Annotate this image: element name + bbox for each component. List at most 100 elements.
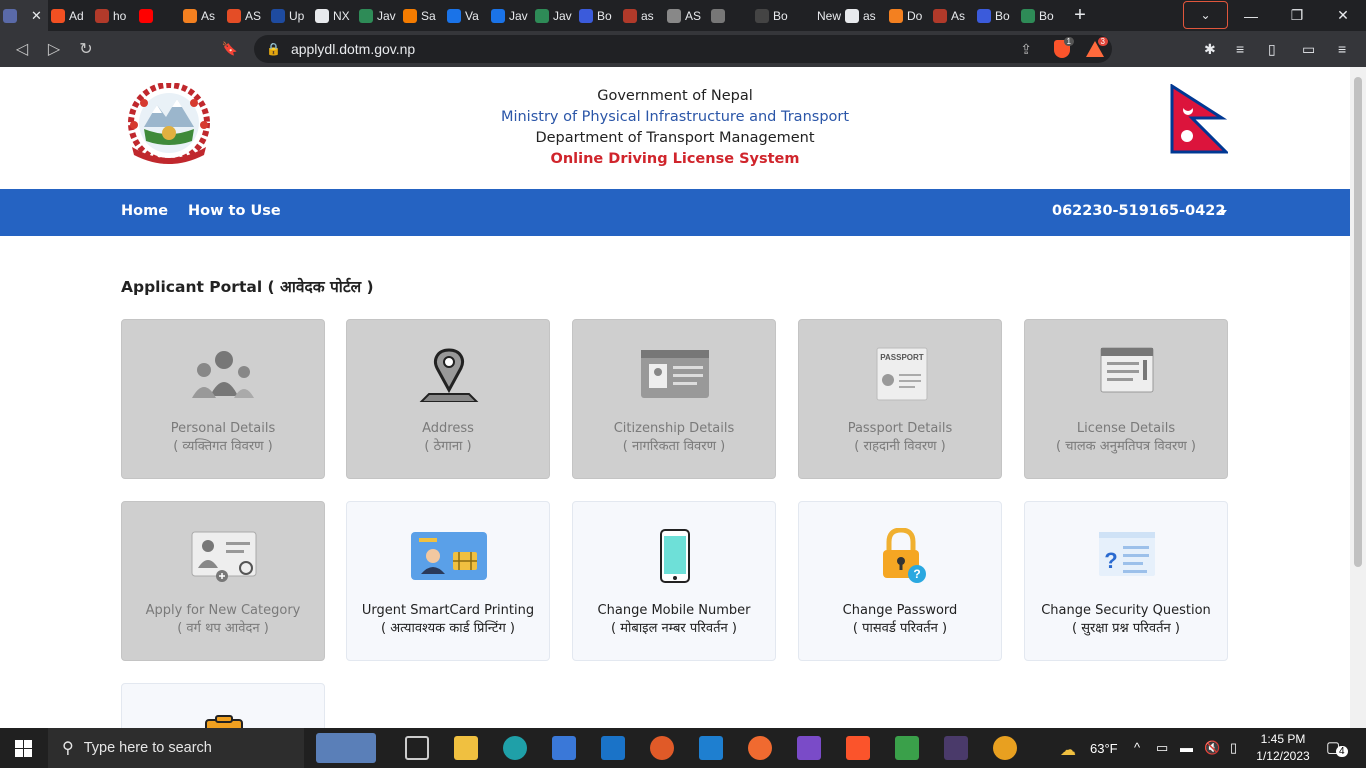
clock-time[interactable]: 1:45 PM xyxy=(1256,732,1310,746)
url-bar[interactable]: 🔒 applydl.dotm.gov.np ⇪ 1 3 xyxy=(254,35,1112,63)
store-icon[interactable] xyxy=(552,736,576,760)
new-category-icon xyxy=(184,528,264,584)
portal-card-change-password[interactable]: ? Change Password ( पासवर्ड परिवर्तन ) xyxy=(798,501,1002,661)
file-explorer-icon[interactable] xyxy=(454,736,478,760)
browser-tab[interactable]: ho xyxy=(92,0,136,31)
browser-tab[interactable]: As xyxy=(930,0,974,31)
browser-tab[interactable]: Bo xyxy=(974,0,1018,31)
restore-button[interactable]: ❐ xyxy=(1274,0,1320,31)
browser-tab[interactable]: Do xyxy=(886,0,930,31)
browser-tab[interactable]: Bo xyxy=(1018,0,1062,31)
card-label-en: License Details xyxy=(1076,421,1176,436)
tab-title: Sa xyxy=(421,8,436,23)
volume-icon[interactable]: 🔇 xyxy=(1204,740,1220,756)
tab-search-dropdown[interactable]: ⌄ xyxy=(1183,1,1228,29)
weather-temp[interactable]: 63°F xyxy=(1090,741,1118,756)
user-id-dropdown[interactable]: 062230-519165-0422 xyxy=(1052,203,1225,219)
ubuntu-icon[interactable] xyxy=(650,736,674,760)
card-label-np: ( व्यक्तिगत विवरण ) xyxy=(173,439,273,454)
browser-tab[interactable]: as xyxy=(620,0,664,31)
browser-tab[interactable]: Jav xyxy=(488,0,532,31)
svg-text:?: ? xyxy=(913,567,920,581)
bookmark-icon[interactable]: 🔖 xyxy=(214,41,246,57)
forward-button[interactable]: ▷ xyxy=(38,39,70,59)
portal-card-partial[interactable] xyxy=(121,683,325,728)
task-view-icon[interactable] xyxy=(405,736,429,760)
browser-tab[interactable]: as xyxy=(842,0,886,31)
tab-favicon-icon xyxy=(755,8,769,23)
language-icon[interactable]: ▯ xyxy=(1230,740,1237,756)
browser-tab[interactable]: Sa xyxy=(400,0,444,31)
sidebar-icon[interactable]: ▯ xyxy=(1268,41,1276,58)
card-label: Change Password ( पासवर्ड परिवर्तन ) xyxy=(799,602,1001,638)
windows-start-icon[interactable] xyxy=(15,740,32,757)
portal-card-change-security-question[interactable]: ? Change Security Question ( सुरक्षा प्रश्… xyxy=(1024,501,1228,661)
tray-chevron-up-icon[interactable]: ^ xyxy=(1134,740,1140,755)
web-page: Government of Nepal Ministry of Physical… xyxy=(0,67,1350,728)
browser-tab[interactable]: Bo xyxy=(752,0,796,31)
browser-tab[interactable] xyxy=(136,0,180,31)
network-icon[interactable]: ▭ xyxy=(1156,740,1168,756)
search-icon: ⚲ xyxy=(62,740,74,757)
edge-icon[interactable] xyxy=(503,736,527,760)
mobile-icon xyxy=(635,528,715,584)
url-text[interactable]: applydl.dotm.gov.np xyxy=(291,41,415,57)
card-label-np: ( अत्यावश्यक कार्ड प्रिन्टिंग ) xyxy=(381,621,515,636)
lock-icon: 🔒 xyxy=(266,42,281,56)
portal-card-change-mobile-number[interactable]: Change Mobile Number ( मोबाइल नम्बर परिवर… xyxy=(572,501,776,661)
back-button[interactable]: ◁ xyxy=(6,39,38,59)
clipboard-icon xyxy=(205,715,243,728)
playlist-icon[interactable]: ≡ xyxy=(1236,41,1244,57)
mail-icon[interactable] xyxy=(601,736,625,760)
browser-tab[interactable]: Va xyxy=(444,0,488,31)
clock-date[interactable]: 1/12/2023 xyxy=(1254,749,1312,763)
tab-title: Bo xyxy=(1039,8,1054,23)
new-tab-button[interactable]: + xyxy=(1068,4,1092,27)
tab-favicon-icon xyxy=(535,8,549,23)
taskbar-search-box[interactable]: ⚲ Type here to search xyxy=(48,728,376,768)
browser-tab[interactable]: Jav xyxy=(356,0,400,31)
browser-tab[interactable]: NX xyxy=(312,0,356,31)
vscode-icon[interactable] xyxy=(699,736,723,760)
weather-icon: ☁ xyxy=(1060,742,1076,759)
browser-tab[interactable]: Up xyxy=(268,0,312,31)
security-question-icon: ? xyxy=(1087,528,1167,584)
browser-tab[interactable]: Jav xyxy=(532,0,576,31)
nav-home[interactable]: Home xyxy=(121,203,168,219)
close-tab-icon[interactable]: ✕ xyxy=(31,8,42,24)
browser-tab[interactable]: New Ta xyxy=(796,0,842,31)
caret-down-icon[interactable] xyxy=(1219,210,1227,215)
window-close-button[interactable]: ✕ xyxy=(1320,0,1366,31)
menu-icon[interactable]: ≡ xyxy=(1338,41,1346,57)
tab-title: New Ta xyxy=(817,8,842,23)
browser-tab[interactable]: AS xyxy=(664,0,708,31)
wallet-icon[interactable]: ▭ xyxy=(1302,41,1315,58)
reload-button[interactable]: ↻ xyxy=(70,39,102,59)
minimize-button[interactable]: — xyxy=(1228,0,1274,31)
card-label-np: ( नागरिकता विवरण ) xyxy=(622,439,726,454)
browser-tab[interactable]: Ad xyxy=(48,0,92,31)
chrome-icon[interactable] xyxy=(993,736,1017,760)
nepal-flag-icon xyxy=(1170,84,1228,154)
scrollbar-thumb[interactable] xyxy=(1354,77,1362,567)
browser-tab[interactable] xyxy=(708,0,752,31)
search-placeholder: Type here to search xyxy=(83,740,212,756)
tab-favicon-icon xyxy=(95,8,109,23)
portal-card-urgent-smartcard-printing[interactable]: Urgent SmartCard Printing ( अत्यावश्यक का… xyxy=(346,501,550,661)
app-icon[interactable] xyxy=(895,736,919,760)
terminal-icon[interactable] xyxy=(944,736,968,760)
extensions-icon[interactable]: ✱ xyxy=(1204,41,1216,58)
postman-icon[interactable] xyxy=(748,736,772,760)
page-scrollbar[interactable] xyxy=(1350,67,1366,728)
nav-how-to-use[interactable]: How to Use xyxy=(188,203,281,219)
brave-taskbar-icon[interactable] xyxy=(846,736,870,760)
browser-tab[interactable]: As xyxy=(180,0,224,31)
battery-icon[interactable]: ▬ xyxy=(1180,740,1193,755)
share-icon[interactable]: ⇪ xyxy=(1020,41,1032,58)
browser-tab[interactable]: AS xyxy=(224,0,268,31)
tab-favicon-icon xyxy=(799,8,813,23)
browser-tab[interactable]: ✕ xyxy=(0,0,48,31)
tab-favicon-icon xyxy=(227,8,241,23)
visual-studio-icon[interactable] xyxy=(797,736,821,760)
browser-tab[interactable]: Bo xyxy=(576,0,620,31)
